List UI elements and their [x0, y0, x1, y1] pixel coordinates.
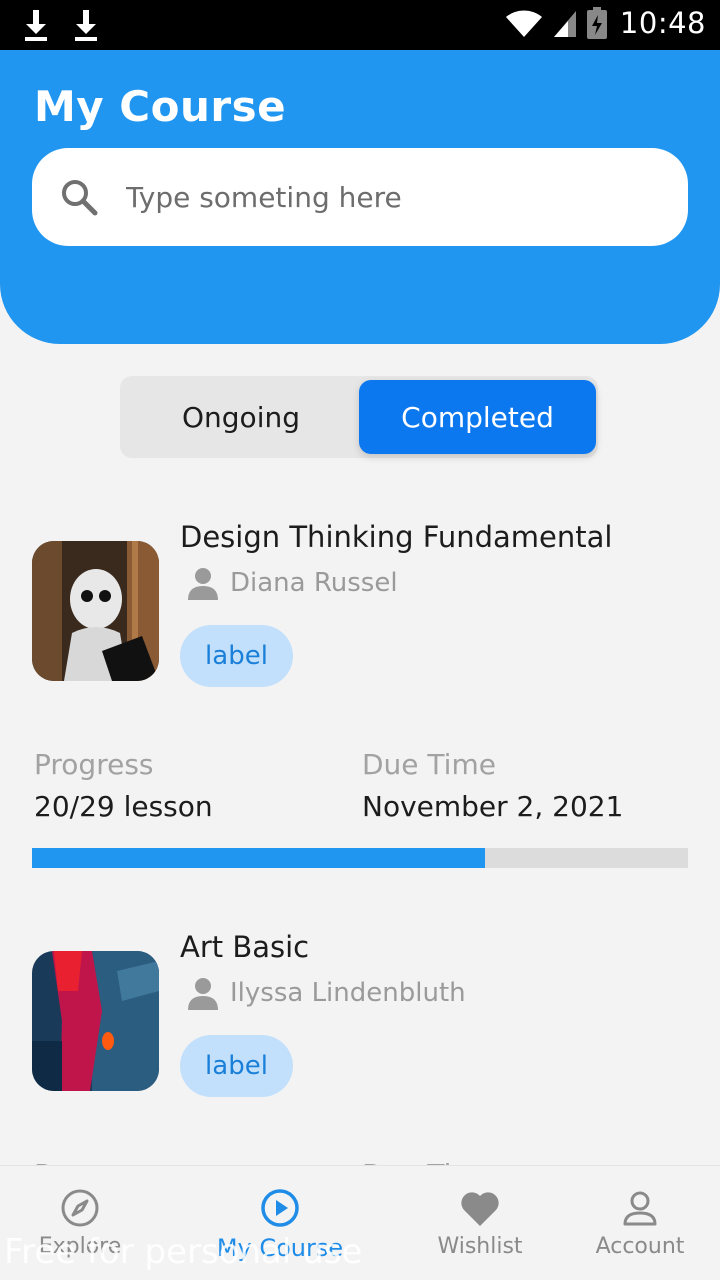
wifi-icon: [505, 10, 542, 37]
course-status-toggle: Ongoing Completed: [120, 376, 598, 458]
tab-completed[interactable]: Completed: [359, 380, 596, 454]
nav-label: Wishlist: [437, 1234, 523, 1259]
header: My Course: [0, 50, 720, 344]
search-icon: [62, 180, 98, 216]
play-circle-icon: [261, 1189, 299, 1227]
nav-label: Explore: [38, 1234, 122, 1259]
nav-label: My Course: [216, 1234, 344, 1262]
tab-ongoing[interactable]: Ongoing: [124, 380, 358, 454]
heart-icon: [461, 1192, 499, 1226]
signal-icon: [553, 11, 576, 37]
due-time-label: Due Time: [362, 748, 496, 781]
course-label-badge: label: [180, 625, 293, 687]
nav-explore[interactable]: Explore: [0, 1166, 170, 1280]
nav-account[interactable]: Account: [550, 1166, 720, 1280]
author-name: Ilyssa Lindenbluth: [230, 978, 466, 1008]
course-card[interactable]: Design Thinking Fundamental Diana Russel…: [0, 520, 720, 880]
progress-value: 20/29 lesson: [34, 790, 213, 823]
course-thumbnail: [32, 951, 159, 1091]
download-icon: [75, 10, 97, 41]
person-icon: [188, 568, 218, 600]
course-thumbnail: [32, 541, 159, 681]
page-title: My Course: [34, 82, 287, 131]
progress-label: Progress: [34, 748, 154, 781]
nav-label: Account: [595, 1234, 685, 1259]
progress-bar: [32, 848, 688, 868]
status-time: 10:48: [619, 6, 706, 40]
person-icon: [188, 978, 218, 1010]
nav-my-course[interactable]: My Course: [190, 1166, 370, 1280]
progress-bar-fill: [32, 848, 485, 868]
battery-icon: [586, 7, 607, 39]
due-time-value: November 2, 2021: [362, 790, 624, 823]
bottom-navigation: Explore My Course Wishlist Account: [0, 1165, 720, 1280]
search-input[interactable]: [126, 180, 606, 214]
status-bar: 10:48: [0, 0, 720, 50]
course-author: Ilyssa Lindenbluth: [186, 976, 466, 1010]
download-icon: [25, 10, 47, 41]
course-label-badge: label: [180, 1035, 293, 1097]
course-card[interactable]: Art Basic Ilyssa Lindenbluth label Progr…: [0, 930, 720, 1191]
user-icon: [623, 1191, 657, 1226]
author-name: Diana Russel: [230, 568, 398, 598]
course-title: Design Thinking Fundamental: [180, 520, 613, 554]
nav-wishlist[interactable]: Wishlist: [390, 1166, 570, 1280]
course-title: Art Basic: [180, 930, 310, 964]
search-bar[interactable]: [32, 148, 688, 246]
compass-icon: [61, 1189, 99, 1227]
course-author: Diana Russel: [186, 566, 398, 600]
